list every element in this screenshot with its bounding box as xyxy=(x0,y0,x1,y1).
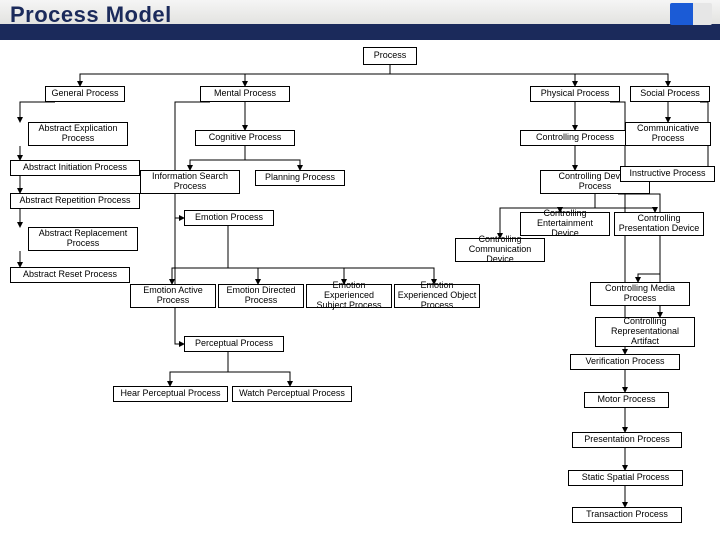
node-emo-exp-subj: Emotion Experienced Subject Process xyxy=(306,284,392,308)
node-watch-perc: Watch Perceptual Process xyxy=(232,386,352,402)
node-general: General Process xyxy=(45,86,125,102)
node-presentation: Presentation Process xyxy=(572,432,682,448)
node-emo-active: Emotion Active Process xyxy=(130,284,216,308)
node-motor: Motor Process xyxy=(584,392,669,408)
node-ctrl-comm: Controlling Communication Device xyxy=(455,238,545,262)
node-communicative: Communicative Process xyxy=(625,122,711,146)
logo xyxy=(670,3,712,25)
node-abs-initiation: Abstract Initiation Process xyxy=(10,160,140,176)
node-emo-directed: Emotion Directed Process xyxy=(218,284,304,308)
page-title: Process Model xyxy=(10,2,172,28)
title-band: Process Model xyxy=(0,0,720,40)
node-emotion: Emotion Process xyxy=(184,210,274,226)
node-ctrl-present: Controlling Presentation Device xyxy=(614,212,704,236)
node-ctrl-entertain: Controlling Entertainment Device xyxy=(520,212,610,236)
node-hear-perc: Hear Perceptual Process xyxy=(113,386,228,402)
node-cognitive: Cognitive Process xyxy=(195,130,295,146)
node-abs-explication: Abstract Explication Process xyxy=(28,122,128,146)
node-instructive: Instructive Process xyxy=(620,166,715,182)
node-planning: Planning Process xyxy=(255,170,345,186)
node-root: Process xyxy=(363,47,417,65)
node-emo-exp-obj: Emotion Experienced Object Process xyxy=(394,284,480,308)
node-ctrl-rep-art: Controlling Representational Artifact xyxy=(595,317,695,347)
node-ctrl-media: Controlling Media Process xyxy=(590,282,690,306)
diagram-canvas: Process General Process Mental Process P… xyxy=(0,42,720,540)
node-info-search: Information Search Process xyxy=(140,170,240,194)
node-social: Social Process xyxy=(630,86,710,102)
node-verification: Verification Process xyxy=(570,354,680,370)
node-physical: Physical Process xyxy=(530,86,620,102)
node-mental: Mental Process xyxy=(200,86,290,102)
node-static-spatial: Static Spatial Process xyxy=(568,470,683,486)
node-abs-repetition: Abstract Repetition Process xyxy=(10,193,140,209)
node-perceptual: Perceptual Process xyxy=(184,336,284,352)
node-controlling: Controlling Process xyxy=(520,130,630,146)
node-abs-replacement: Abstract Replacement Process xyxy=(28,227,138,251)
node-abs-reset: Abstract Reset Process xyxy=(10,267,130,283)
node-transaction: Transaction Process xyxy=(572,507,682,523)
